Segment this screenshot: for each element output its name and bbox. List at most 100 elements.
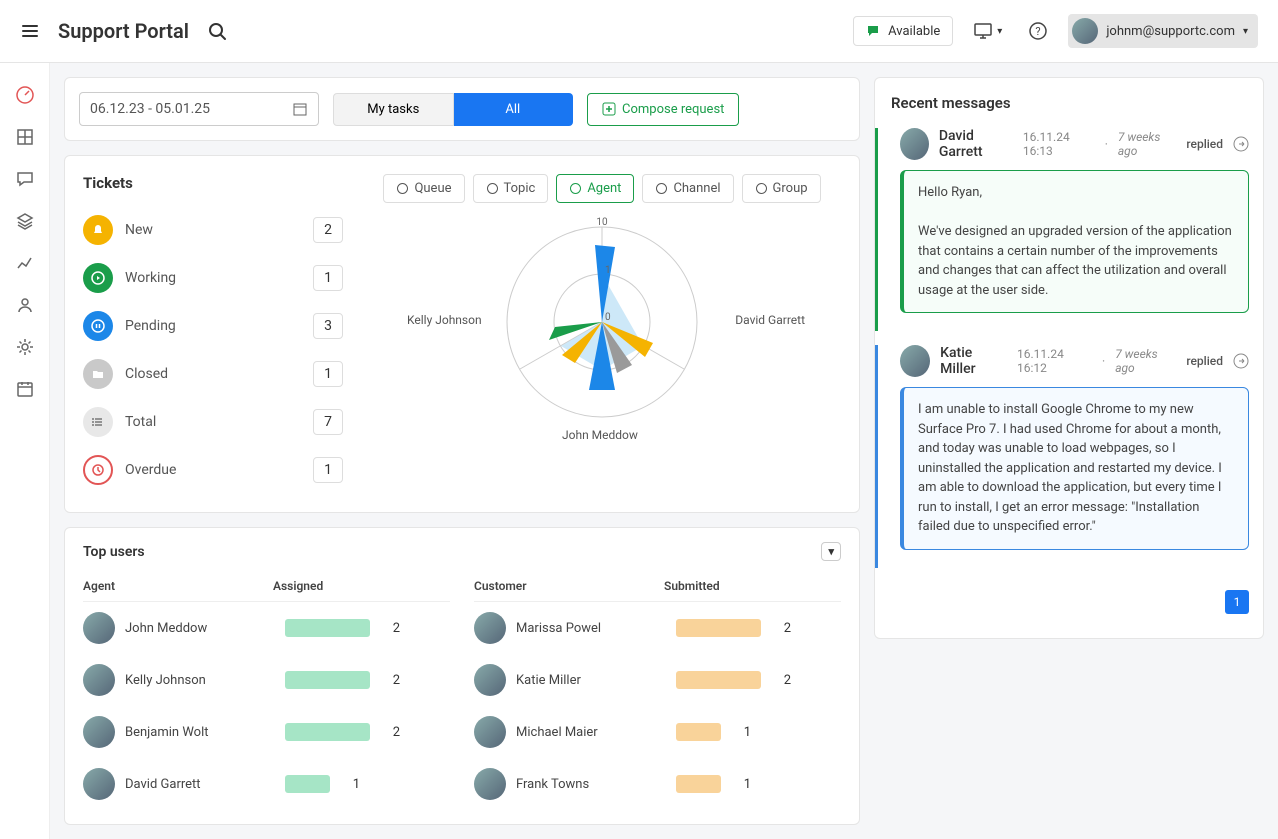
- dropdown-icon[interactable]: ▾: [821, 542, 841, 561]
- top-users-title: Top users: [83, 544, 145, 560]
- bar: [676, 671, 761, 689]
- sidebar-calendar-icon[interactable]: [15, 379, 35, 399]
- user-row[interactable]: David Garrett 1: [83, 758, 450, 810]
- display-icon[interactable]: ▾: [967, 15, 1008, 47]
- filter-group[interactable]: Group: [742, 174, 821, 203]
- bar: [285, 619, 370, 637]
- user-row[interactable]: Marissa Powel 2: [474, 602, 841, 654]
- bar: [676, 619, 761, 637]
- sidebar-chat-icon[interactable]: [15, 169, 35, 189]
- ticket-label: Pending: [125, 318, 301, 334]
- message-timestamp: 16.11.24 16:13: [1023, 130, 1095, 158]
- ticket-label: New: [125, 222, 301, 238]
- avatar: [83, 716, 115, 748]
- message-sender[interactable]: David Garrett: [939, 128, 1013, 160]
- col-header: Submitted: [664, 579, 841, 593]
- user-row[interactable]: Michael Maier 1: [474, 706, 841, 758]
- search-icon[interactable]: [207, 21, 227, 41]
- sidebar-dashboard-icon[interactable]: [15, 85, 35, 105]
- user-row[interactable]: Frank Towns 1: [474, 758, 841, 810]
- filter-channel[interactable]: Channel: [642, 174, 733, 203]
- ticket-count: 1: [313, 457, 343, 483]
- tab-my-tasks[interactable]: My tasks: [333, 93, 454, 126]
- filter-topic[interactable]: Topic: [473, 174, 549, 203]
- user-count: 1: [340, 777, 360, 792]
- compose-button[interactable]: Compose request: [587, 93, 739, 126]
- clock-icon: [83, 455, 113, 485]
- user-count: 1: [731, 725, 751, 740]
- bell-icon: [83, 215, 113, 245]
- agent-status[interactable]: Available: [853, 16, 953, 46]
- agent-radar-chart: 10 1 0: [467, 215, 737, 430]
- chat-icon: [866, 23, 882, 39]
- list-icon: [83, 407, 113, 437]
- svg-text:?: ?: [1036, 25, 1041, 38]
- ticket-count: 2: [313, 217, 343, 243]
- sidebar-gear-icon[interactable]: [15, 337, 35, 357]
- ticket-count: 3: [313, 313, 343, 339]
- help-icon[interactable]: ?: [1022, 15, 1054, 47]
- user-row[interactable]: Kelly Johnson 2: [83, 654, 450, 706]
- user-name: Marissa Powel: [516, 621, 666, 636]
- user-name: Katie Miller: [516, 673, 666, 688]
- user-menu[interactable]: johnm@supportc.com ▾: [1068, 14, 1258, 48]
- app-title: Support Portal: [58, 19, 189, 43]
- avatar: [1072, 18, 1098, 44]
- sidebar-chart-icon[interactable]: [15, 253, 35, 273]
- message-body: I am unable to install Google Chrome to …: [900, 387, 1249, 550]
- bar: [676, 775, 721, 793]
- svg-text:1: 1: [605, 265, 611, 276]
- user-name: John Meddow: [125, 621, 275, 636]
- play-icon: [83, 263, 113, 293]
- date-range-input[interactable]: 06.12.23 - 05.01.25: [79, 92, 319, 126]
- user-count: 1: [731, 777, 751, 792]
- user-name: Kelly Johnson: [125, 673, 275, 688]
- user-row[interactable]: Benjamin Wolt 2: [83, 706, 450, 758]
- user-count: 2: [380, 621, 400, 636]
- chart-axis-label: Kelly Johnson: [407, 313, 482, 327]
- user-name: Benjamin Wolt: [125, 725, 275, 740]
- bar: [285, 775, 330, 793]
- calendar-icon: [292, 101, 308, 117]
- user-count: 2: [771, 621, 791, 636]
- ticket-count: 7: [313, 409, 343, 435]
- avatar: [83, 612, 115, 644]
- chart-axis-label: John Meddow: [562, 428, 638, 442]
- col-header: Assigned: [273, 579, 450, 593]
- ticket-status-row[interactable]: Overdue 1: [83, 446, 343, 494]
- ticket-label: Closed: [125, 366, 301, 382]
- ticket-label: Working: [125, 270, 301, 286]
- avatar: [474, 768, 506, 800]
- filter-agent[interactable]: Agent: [556, 174, 634, 203]
- ticket-status-row[interactable]: Pending 3: [83, 302, 343, 350]
- menu-icon[interactable]: [20, 21, 40, 41]
- tickets-title: Tickets: [83, 174, 343, 192]
- avatar: [474, 612, 506, 644]
- filter-queue[interactable]: Queue: [383, 174, 464, 203]
- arrow-icon[interactable]: [1233, 136, 1249, 152]
- sidebar-users-icon[interactable]: [15, 295, 35, 315]
- message-sender[interactable]: Katie Miller: [940, 345, 1007, 377]
- page-number[interactable]: 1: [1225, 590, 1249, 614]
- user-name: Michael Maier: [516, 725, 666, 740]
- sidebar-layers-icon[interactable]: [15, 211, 35, 231]
- ticket-status-row[interactable]: New 2: [83, 206, 343, 254]
- arrow-icon[interactable]: [1233, 353, 1249, 369]
- ticket-status-row[interactable]: Total 7: [83, 398, 343, 446]
- user-row[interactable]: John Meddow 2: [83, 602, 450, 654]
- sidebar-grid-icon[interactable]: [15, 127, 35, 147]
- user-row[interactable]: Katie Miller 2: [474, 654, 841, 706]
- message-action: replied: [1186, 137, 1223, 151]
- chart-axis-label: David Garrett: [735, 313, 805, 327]
- ticket-count: 1: [313, 265, 343, 291]
- svg-text:0: 0: [605, 312, 611, 323]
- user-count: 2: [380, 725, 400, 740]
- folder-icon: [83, 359, 113, 389]
- message-timestamp: 16.11.24 16:12: [1017, 347, 1092, 375]
- ticket-status-row[interactable]: Closed 1: [83, 350, 343, 398]
- avatar: [83, 664, 115, 696]
- user-count: 2: [771, 673, 791, 688]
- ticket-status-row[interactable]: Working 1: [83, 254, 343, 302]
- tab-all[interactable]: All: [454, 93, 574, 126]
- user-name: Frank Towns: [516, 777, 666, 792]
